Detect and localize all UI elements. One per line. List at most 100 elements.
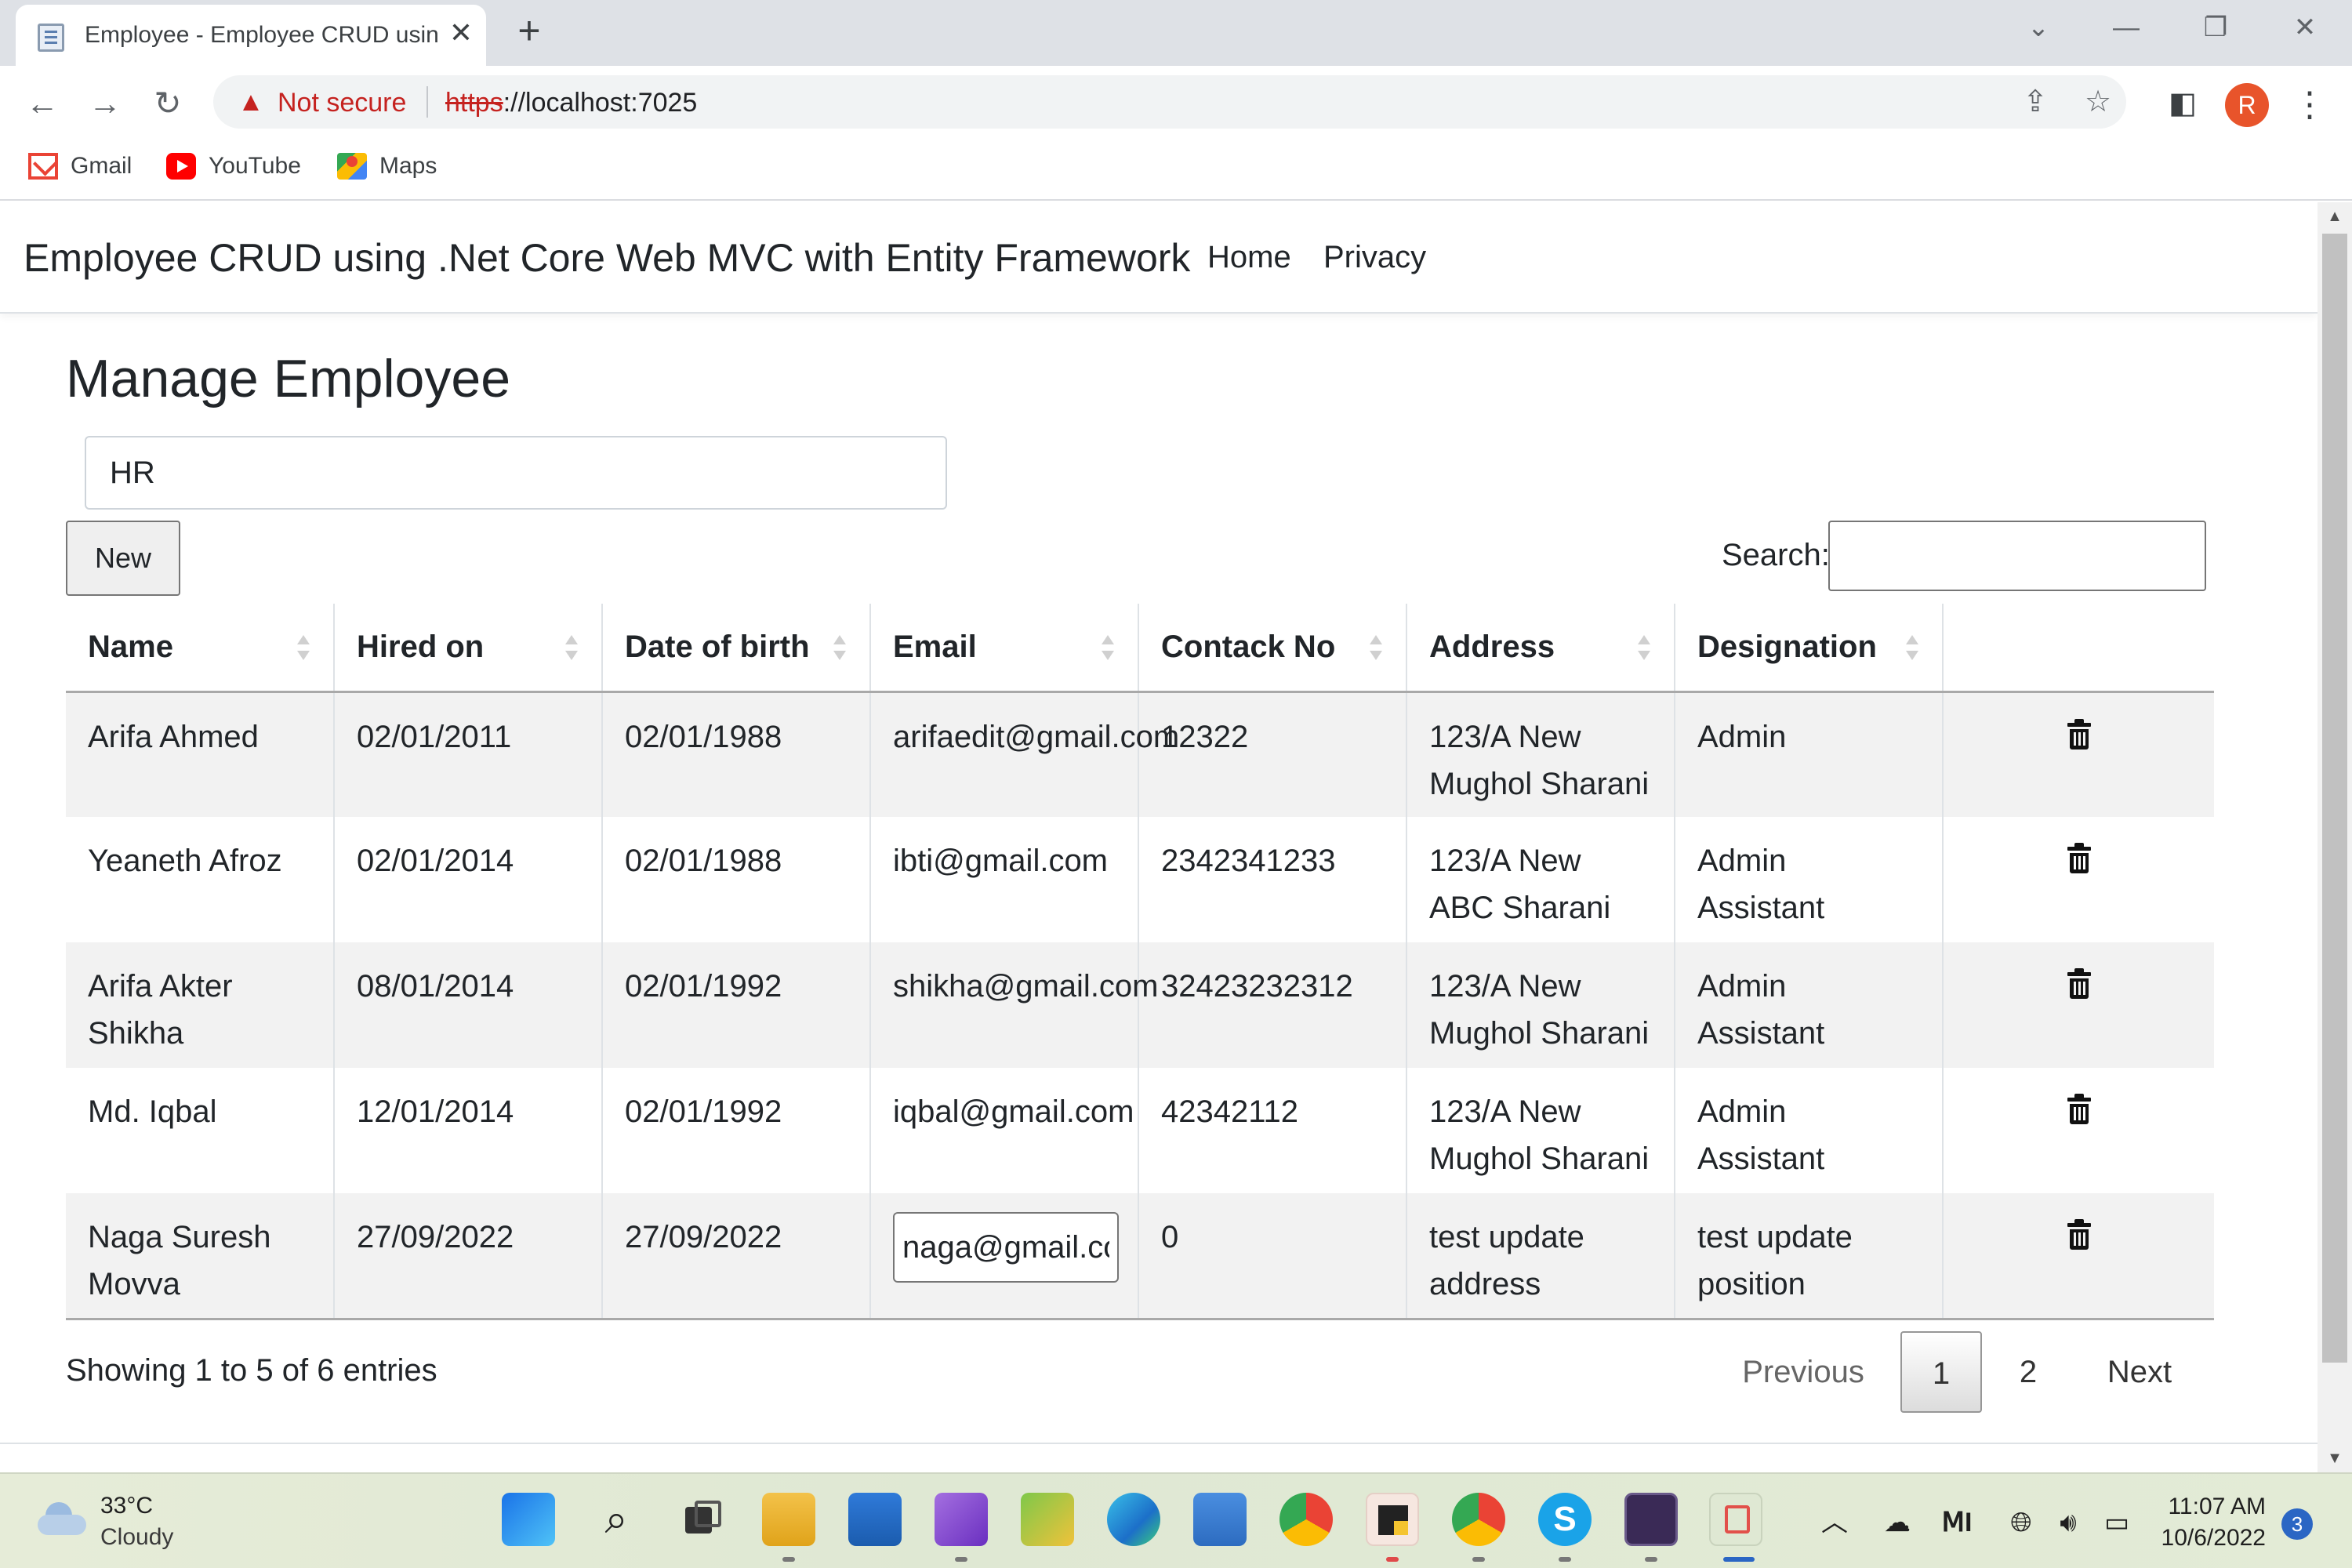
cell-designation[interactable]: Admin Assistant (1674, 942, 1943, 1068)
battery-icon[interactable]: ▭ (2100, 1505, 2134, 1540)
page-scrollbar[interactable]: ▲ ▼ (2318, 202, 2352, 1472)
pagination-next[interactable]: Next (2081, 1331, 2198, 1413)
cell-email[interactable]: iqbal@gmail.com (869, 1068, 1138, 1193)
address-bar[interactable]: ▲ Not secure https://localhost:7025 ⇪ ☆ (213, 75, 2126, 129)
onedrive-cloud-icon[interactable]: ☁ (1880, 1505, 1915, 1540)
show-hidden-icons-chevron-icon[interactable]: ︿ (1817, 1505, 1852, 1540)
app-tray-icon[interactable]: ⅯI (1940, 1505, 1974, 1540)
profile-avatar[interactable]: R (2225, 83, 2269, 127)
delete-trash-icon[interactable] (2067, 1094, 2091, 1124)
bookmark-gmail[interactable]: Gmail (28, 149, 132, 183)
url-text[interactable]: https://localhost:7025 (445, 88, 697, 118)
share-icon[interactable]: ⇪ (2016, 83, 2054, 121)
visual-studio-icon[interactable] (935, 1493, 988, 1546)
new-employee-button[interactable]: New (66, 521, 180, 596)
cell-address[interactable]: 123/A New Mughol Sharani (1406, 691, 1675, 817)
cell-date-of-birth[interactable]: 02/01/1992 (601, 942, 870, 1068)
cell-email[interactable]: ibti@gmail.com (869, 817, 1138, 942)
cell-address[interactable]: test update address (1406, 1193, 1675, 1320)
cell-hired-on[interactable]: 02/01/2014 (333, 817, 602, 942)
bookmark-youtube[interactable]: YouTube (166, 149, 301, 183)
file-explorer-icon[interactable] (762, 1493, 815, 1546)
chrome-icon[interactable] (1279, 1493, 1333, 1546)
delete-trash-icon[interactable] (2067, 968, 2091, 999)
weather-temperature[interactable]: 33°C (100, 1493, 153, 1519)
cell-date-of-birth[interactable]: 02/01/1988 (601, 691, 870, 817)
column-header-hired-on[interactable]: Hired on (333, 604, 602, 693)
cell-name[interactable]: Arifa Akter Shikha (66, 942, 334, 1068)
cell-date-of-birth[interactable]: 02/01/1992 (601, 1068, 870, 1193)
cell-name[interactable]: Naga Suresh Movva (66, 1193, 334, 1320)
cell-designation[interactable]: Admin (1674, 691, 1943, 817)
delete-trash-icon[interactable] (2067, 843, 2091, 873)
bookmark-star-icon[interactable]: ☆ (2079, 83, 2117, 121)
cell-hired-on[interactable]: 12/01/2014 (333, 1068, 602, 1193)
warning-icon[interactable]: ▲ (235, 86, 267, 118)
column-header-contact-no[interactable]: Contack No (1138, 604, 1406, 693)
weather-condition[interactable]: Cloudy (100, 1524, 173, 1551)
close-window-button[interactable]: ✕ (2281, 8, 2328, 47)
delete-trash-icon[interactable] (2067, 718, 2091, 750)
scroll-up-arrow-icon[interactable]: ▲ (2318, 202, 2352, 230)
cell-hired-on[interactable]: 27/09/2022 (333, 1193, 602, 1320)
reload-icon[interactable]: ↻ (146, 82, 190, 125)
cell-contact[interactable]: 2342341233 (1138, 817, 1406, 942)
notification-badge[interactable]: 3 (2281, 1508, 2313, 1540)
scroll-thumb[interactable] (2322, 234, 2347, 1363)
back-arrow-icon[interactable]: ← (20, 82, 64, 125)
cell-designation[interactable]: Admin Assistant (1674, 1068, 1943, 1193)
search-input[interactable] (1828, 521, 2206, 591)
cell-date-of-birth[interactable]: 02/01/1988 (601, 817, 870, 942)
cell-address[interactable]: 123/A New Mughol Sharani (1406, 942, 1675, 1068)
task-view-icon[interactable] (676, 1493, 729, 1546)
snipping-tool-icon[interactable] (1709, 1493, 1762, 1546)
pagination-page-2[interactable]: 2 (1991, 1331, 2065, 1413)
cell-contact[interactable]: 42342112 (1138, 1068, 1406, 1193)
new-tab-button[interactable]: + (510, 11, 549, 50)
cell-email[interactable]: arifaedit@gmail.com (869, 691, 1179, 817)
pagination-previous[interactable]: Previous (1725, 1331, 1882, 1413)
department-input[interactable] (85, 436, 947, 510)
delete-trash-icon[interactable] (2067, 1219, 2091, 1250)
cell-name[interactable]: Yeaneth Afroz (66, 817, 334, 942)
scroll-down-arrow-icon[interactable]: ▼ (2318, 1444, 2352, 1472)
close-tab-icon[interactable]: ✕ (445, 17, 477, 49)
bookmark-maps[interactable]: Maps (337, 149, 437, 183)
power-tools-icon[interactable] (1021, 1493, 1074, 1546)
search-icon[interactable]: ⌕ (590, 1493, 643, 1546)
minimize-button[interactable]: — (2103, 8, 2150, 47)
nav-home-link[interactable]: Home (1207, 240, 1291, 275)
windows-start-icon[interactable] (502, 1493, 555, 1546)
cell-address[interactable]: 123/A New ABC Sharani (1406, 817, 1675, 942)
microsoft-store-icon[interactable] (848, 1493, 902, 1546)
browser-tab[interactable]: Employee - Employee CRUD usin ✕ (16, 5, 486, 66)
site-brand-link[interactable]: Employee CRUD using .Net Core Web MVC wi… (24, 235, 1190, 281)
sticky-notes-icon[interactable] (1366, 1493, 1419, 1546)
nav-privacy-link[interactable]: Privacy (1323, 240, 1426, 275)
terminal-icon[interactable] (1624, 1493, 1678, 1546)
chrome-profile-icon[interactable] (1452, 1493, 1505, 1546)
cell-contact[interactable]: 12322 (1138, 691, 1406, 817)
forward-arrow-icon[interactable]: → (83, 82, 127, 125)
cell-email[interactable]: shikha@gmail.com (869, 942, 1159, 1068)
side-panel-icon[interactable]: ◧ (2164, 85, 2201, 122)
restore-button[interactable]: ❐ (2192, 8, 2239, 47)
cell-name[interactable]: Md. Iqbal (66, 1068, 334, 1193)
cell-contact[interactable]: 32423232312 (1138, 942, 1406, 1068)
pagination-page-1[interactable]: 1 (1900, 1331, 1982, 1413)
cell-name[interactable]: Arifa Ahmed (66, 691, 334, 817)
column-header-designation[interactable]: Designation (1674, 604, 1943, 693)
cell-designation[interactable]: test update position (1674, 1193, 1943, 1320)
cell-hired-on[interactable]: 02/01/2011 (333, 691, 602, 817)
cell-address[interactable]: 123/A New Mughol Sharani (1406, 1068, 1675, 1193)
skype-icon[interactable]: S (1538, 1493, 1592, 1546)
network-globe-icon[interactable]: 🌐︎ (2004, 1505, 2038, 1540)
edge-browser-icon[interactable] (1107, 1493, 1160, 1546)
column-header-email[interactable]: Email (869, 604, 1138, 693)
volume-icon[interactable]: 🔊︎ (2051, 1505, 2085, 1540)
column-header-address[interactable]: Address (1406, 604, 1675, 693)
notepad-icon[interactable] (1193, 1493, 1247, 1546)
cell-date-of-birth[interactable]: 27/09/2022 (601, 1193, 870, 1320)
cell-hired-on[interactable]: 08/01/2014 (333, 942, 602, 1068)
cloud-weather-icon[interactable] (38, 1502, 86, 1535)
